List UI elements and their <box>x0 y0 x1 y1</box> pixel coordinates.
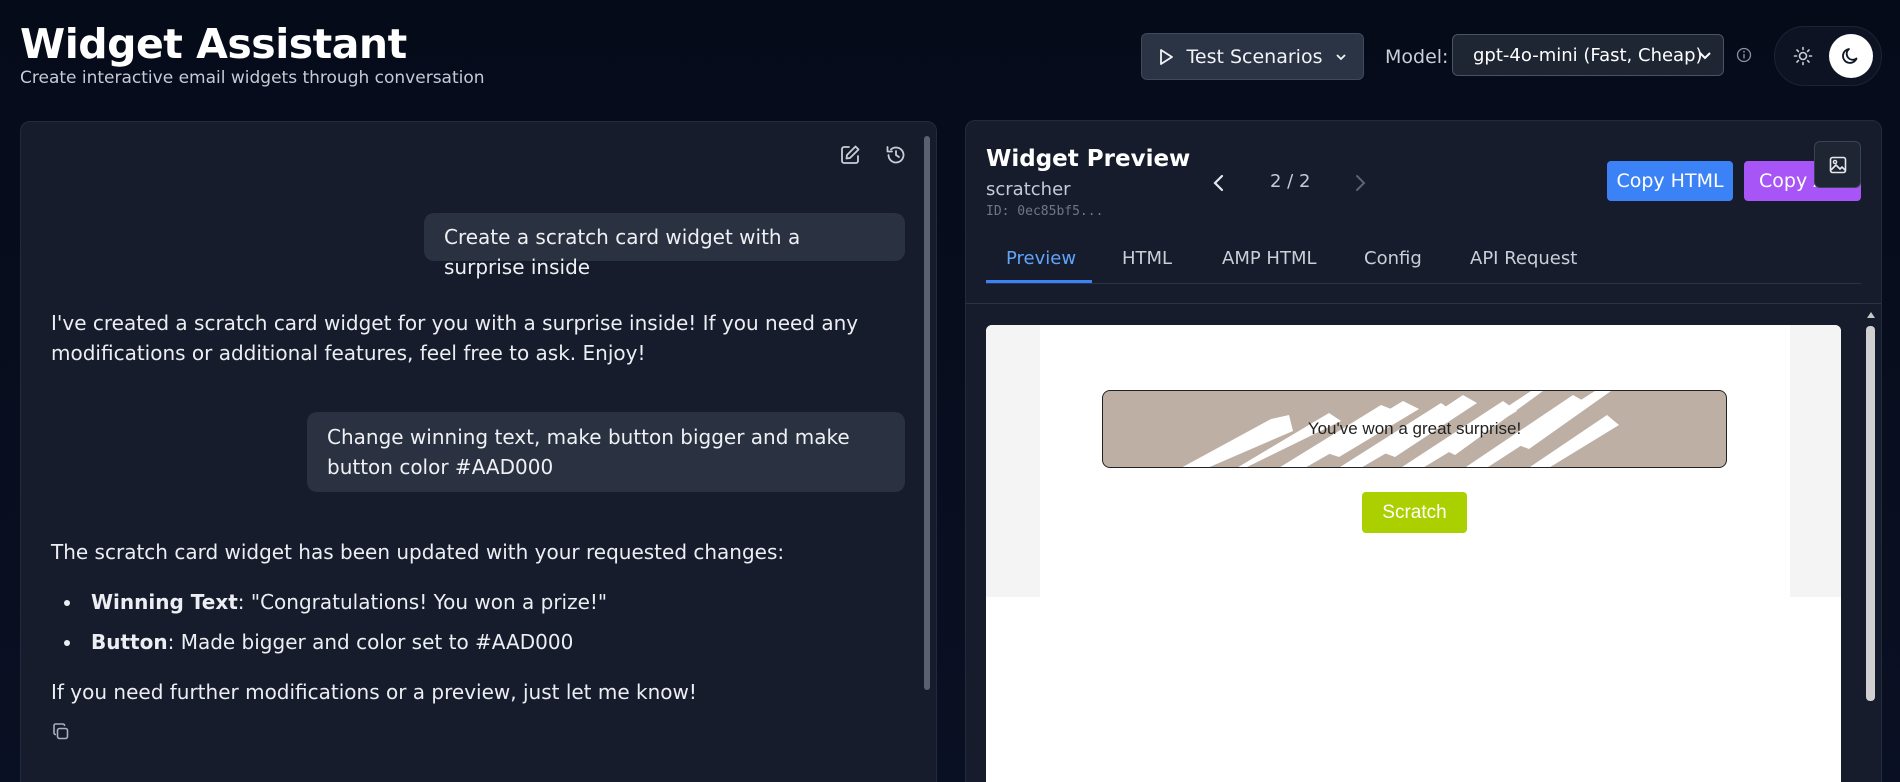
tab-config[interactable]: Config <box>1364 248 1422 269</box>
copy-icon[interactable] <box>51 722 71 742</box>
dark-mode-button[interactable] <box>1829 34 1873 78</box>
list-item: Button: Made bigger and color set to #AA… <box>63 627 574 657</box>
email-background <box>1790 325 1841 597</box>
assistant-message-intro: The scratch card widget has been updated… <box>51 540 785 564</box>
scratch-button[interactable]: Scratch <box>1362 492 1467 533</box>
scroll-up-arrow-icon[interactable] <box>1865 309 1877 321</box>
edit-icon[interactable] <box>838 143 862 167</box>
copy-html-button[interactable]: Copy HTML <box>1607 161 1733 201</box>
chat-scrollbar[interactable] <box>924 136 930 690</box>
model-label: Model: <box>1385 46 1449 68</box>
user-message: Create a scratch card widget with a surp… <box>424 213 905 279</box>
test-scenarios-label: Test Scenarios <box>1186 45 1323 68</box>
assistant-message: I've created a scratch card widget for y… <box>51 311 859 365</box>
active-tab-indicator <box>986 280 1092 283</box>
version-pager: 2 / 2 <box>1270 171 1311 192</box>
moon-icon <box>1842 48 1858 64</box>
widget-preview-frame: You've won a great surprise! Scratch <box>986 325 1841 782</box>
tab-html[interactable]: HTML <box>1122 248 1172 269</box>
info-icon[interactable] <box>1736 47 1752 63</box>
preview-tabs: Preview HTML AMP HTML Config API Request <box>986 238 1861 284</box>
chevron-down-icon <box>1699 52 1711 60</box>
test-scenarios-button[interactable]: Test Scenarios <box>1141 33 1364 80</box>
bullet-label: Button <box>91 630 168 654</box>
scratch-card[interactable]: You've won a great surprise! <box>1102 390 1727 468</box>
divider <box>966 303 1881 304</box>
model-select-value: gpt-4o-mini (Fast, Cheap) <box>1473 44 1703 66</box>
list-item: Winning Text: "Congratulations! You won … <box>63 587 608 617</box>
chevron-right-icon[interactable] <box>1350 171 1370 195</box>
email-background <box>986 325 1040 597</box>
widget-type: scratcher <box>986 179 1071 200</box>
sun-icon[interactable] <box>1793 46 1813 66</box>
image-export-button[interactable] <box>1814 141 1861 188</box>
preview-title: Widget Preview <box>986 146 1191 172</box>
bullet-text: : "Congratulations! You won a prize!" <box>237 590 608 614</box>
widget-id: ID: 0ec85bf5... <box>986 204 1104 219</box>
tab-preview[interactable]: Preview <box>1006 248 1076 269</box>
history-icon[interactable] <box>884 143 908 167</box>
chevron-down-icon <box>1336 53 1347 60</box>
image-icon <box>1829 156 1846 173</box>
tab-api-request[interactable]: API Request <box>1470 248 1577 269</box>
user-message: Change winning text, make button bigger … <box>307 412 905 492</box>
app-subtitle: Create interactive email widgets through… <box>20 68 485 88</box>
assistant-message-outro: If you need further modifications or a p… <box>51 680 697 704</box>
play-icon <box>1159 48 1173 65</box>
bullet-text: : Made bigger and color set to #AAD000 <box>167 630 574 654</box>
model-select[interactable]: gpt-4o-mini (Fast, Cheap) <box>1452 34 1724 76</box>
bullet-label: Winning Text <box>91 590 238 614</box>
app-title: Widget Assistant <box>20 20 407 68</box>
tab-amp-html[interactable]: AMP HTML <box>1222 248 1317 269</box>
chevron-left-icon[interactable] <box>1209 171 1229 195</box>
preview-scrollbar[interactable] <box>1866 326 1875 701</box>
scratch-card-text: You've won a great surprise! <box>1307 419 1522 438</box>
